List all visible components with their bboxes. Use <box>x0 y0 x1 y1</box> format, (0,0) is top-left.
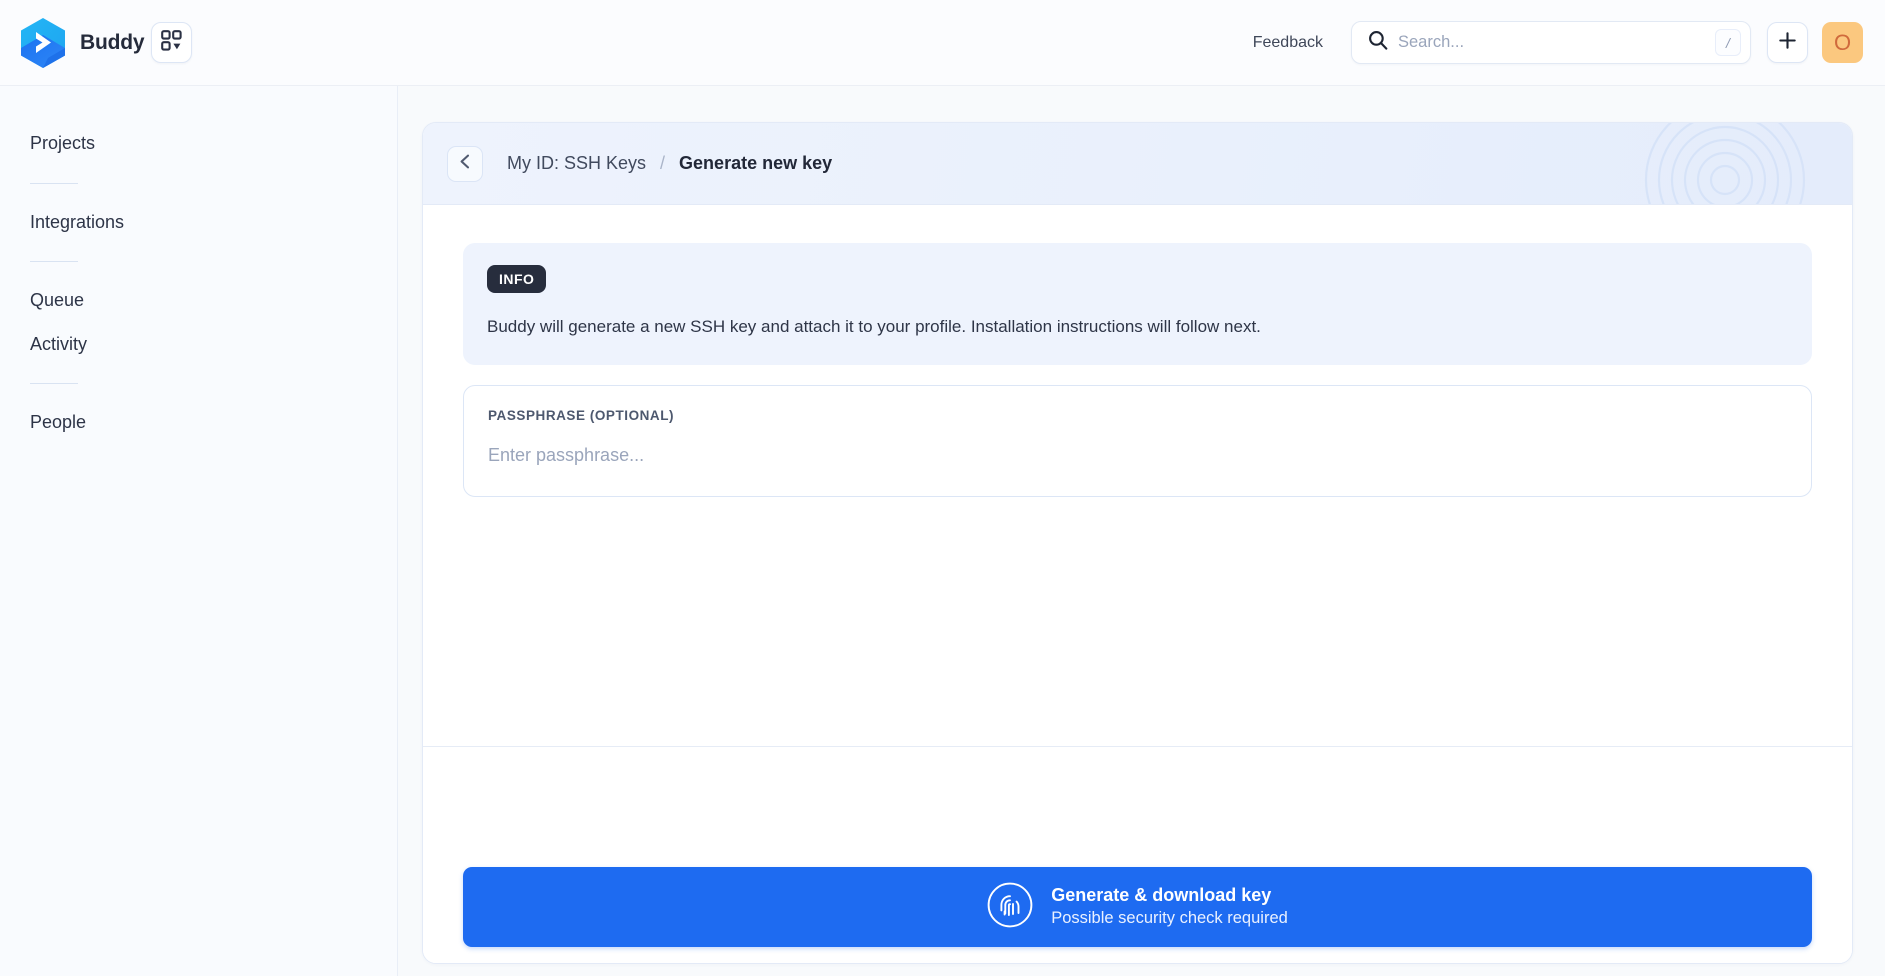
sidebar: Projects Integrations Queue Activity Peo… <box>0 86 398 976</box>
breadcrumb: My ID: SSH Keys / Generate new key <box>423 123 1852 205</box>
primary-button-subtitle: Possible security check required <box>1051 909 1288 928</box>
sidebar-divider <box>30 383 78 385</box>
search-shortcut-badge: / <box>1715 29 1741 56</box>
sidebar-item-people[interactable]: People <box>0 401 397 445</box>
brand: Buddy <box>20 17 145 68</box>
info-banner-text: Buddy will generate a new SSH key and at… <box>487 317 1261 336</box>
info-badge: INFO <box>487 265 547 293</box>
primary-button-title: Generate & download key <box>1051 884 1272 905</box>
card-body: INFO Buddy will generate a new SSH key a… <box>423 205 1852 855</box>
passphrase-input[interactable]: Enter passphrase... <box>488 445 1787 467</box>
chevron-left-icon <box>457 153 474 175</box>
apps-switcher-button[interactable] <box>151 22 193 63</box>
buddy-hexagon-logo-icon <box>20 17 66 68</box>
main-content: My ID: SSH Keys / Generate new key INFO … <box>398 86 1885 976</box>
breadcrumb-separator: / <box>660 153 666 173</box>
sidebar-divider <box>30 182 78 184</box>
fingerprint-watermark-icon <box>1630 123 1820 204</box>
app-header: Buddy Feedback Search... / O <box>0 0 1885 86</box>
breadcrumb-parent-link[interactable]: My ID: SSH Keys <box>507 153 646 174</box>
search-icon <box>1368 30 1388 55</box>
passphrase-field[interactable]: PASSPHRASE (OPTIONAL) Enter passphrase..… <box>463 384 1812 498</box>
feedback-link[interactable]: Feedback <box>1253 34 1323 52</box>
plus-icon <box>1778 31 1797 55</box>
sidebar-item-integrations[interactable]: Integrations <box>0 201 397 245</box>
generate-and-download-key-button[interactable]: Generate & download key Possible securit… <box>463 867 1812 947</box>
avatar[interactable]: O <box>1822 22 1863 63</box>
sidebar-item-projects[interactable]: Projects <box>0 122 397 166</box>
primary-button-labels: Generate & download key Possible securit… <box>1051 885 1288 929</box>
add-new-button[interactable] <box>1767 22 1808 63</box>
sidebar-item-activity[interactable]: Activity <box>0 323 397 367</box>
sidebar-divider <box>30 261 78 263</box>
passphrase-label: PASSPHRASE (OPTIONAL) <box>488 407 675 423</box>
sidebar-item-queue[interactable]: Queue <box>0 279 397 323</box>
footer-divider <box>423 746 1852 747</box>
brand-name: Buddy <box>80 30 145 54</box>
fingerprint-icon <box>987 882 1033 933</box>
info-banner: INFO Buddy will generate a new SSH key a… <box>463 243 1812 365</box>
generate-key-card: My ID: SSH Keys / Generate new key INFO … <box>422 122 1853 964</box>
breadcrumb-current: Generate new key <box>679 153 833 173</box>
card-footer: Generate & download key Possible securit… <box>423 855 1852 963</box>
search-placeholder: Search... <box>1398 33 1465 51</box>
search-input[interactable]: Search... / <box>1351 21 1751 64</box>
grid-dropdown-icon <box>161 29 182 56</box>
back-button[interactable] <box>447 145 483 182</box>
